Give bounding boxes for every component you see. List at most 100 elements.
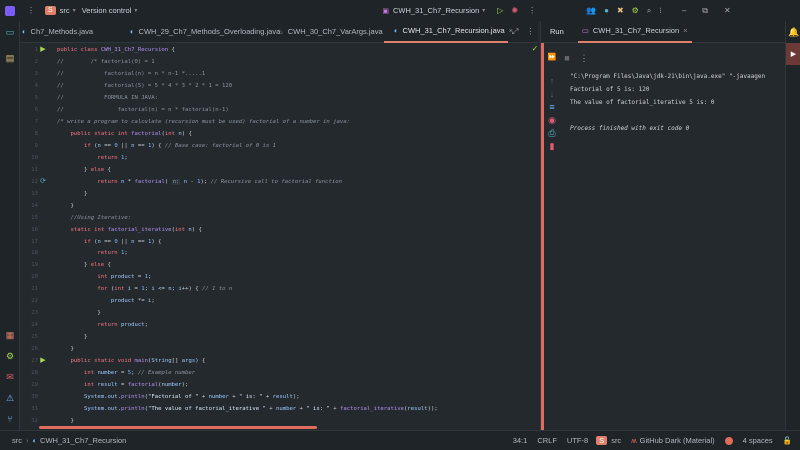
code-text: } <box>57 346 74 353</box>
project-selector[interactable]: src <box>60 6 70 15</box>
breadcrumb-root[interactable]: src <box>12 436 22 445</box>
module-name[interactable]: src <box>611 436 621 445</box>
plugins-icon[interactable]: ⚙ <box>3 351 17 361</box>
tab-more-icon[interactable]: ⋮ <box>526 27 534 36</box>
indent-setting[interactable]: 4 spaces <box>743 436 773 445</box>
vcs-menu[interactable]: Version control <box>82 6 132 15</box>
run-gutter-icon[interactable]: ▶ <box>36 356 50 366</box>
plugin-icon[interactable]: ● <box>604 6 609 15</box>
code-text: } else { <box>57 166 111 173</box>
stop-icon[interactable]: ■ <box>560 53 574 63</box>
restore-icon[interactable]: ⧉ <box>702 6 708 16</box>
code-line[interactable]: 28 int number = 5; // Example number <box>20 367 538 379</box>
lock-icon[interactable]: 🔓 <box>783 436 792 445</box>
clear-icon[interactable]: ▮ <box>545 141 559 151</box>
line-number: 28 <box>31 370 38 377</box>
code-line[interactable]: 5 // FORMULA IN JAVA: <box>20 92 538 104</box>
build-tools-icon[interactable]: ✖ <box>617 6 624 15</box>
search-icon[interactable]: ⌕ <box>647 6 651 16</box>
tab-ch7-methods[interactable]: ◐ Ch7_Methods.java <box>20 21 120 43</box>
tab-recursion[interactable]: ◐ CWH_31_Ch7_Recursion.java × <box>384 21 513 43</box>
status-indicator-icon[interactable] <box>724 436 733 445</box>
code-line[interactable]: 20 int product = 1; <box>20 271 538 283</box>
code-line[interactable]: 22 product *= i; <box>20 295 538 307</box>
code-line[interactable]: 26 } <box>20 343 538 355</box>
collab-icon[interactable]: 👥 <box>586 6 596 15</box>
code-line[interactable]: 29 int result = factorial(number); <box>20 379 538 391</box>
run-side-button[interactable]: ▶ <box>786 43 800 65</box>
code-line[interactable]: 12 return n * factorial( n: n - 1); // R… <box>20 176 538 188</box>
cursor-position[interactable]: 34:1 <box>513 436 528 445</box>
code-line[interactable]: 21 for (int i = 1; i <= n; i++) { // 1 t… <box>20 283 538 295</box>
terminal-icon[interactable]: ✉ <box>3 372 17 382</box>
code-line[interactable]: 15 //Using Iterative: <box>20 212 538 224</box>
code-text: return 1; <box>97 250 128 257</box>
code-line[interactable]: 7 /* write a program to calculate (recurs… <box>20 116 538 128</box>
scroll-up-icon[interactable]: ↑ <box>545 76 559 86</box>
expand-icon[interactable]: ⤢ <box>512 27 518 37</box>
scroll-down-icon[interactable]: ↓ <box>545 89 559 99</box>
structure-icon[interactable]: ▤ <box>3 53 17 63</box>
scroll-to-end-icon[interactable]: ◉ <box>545 115 559 125</box>
code-line[interactable]: 1 public class CWH_31_Ch7_Recursion { <box>20 44 538 56</box>
code-line[interactable]: 17 if (n == 0 || n == 1) { <box>20 236 538 248</box>
recursion-gutter-icon[interactable]: ⟳ <box>36 177 50 187</box>
more-icon[interactable]: ⋮ <box>528 6 536 15</box>
code-line[interactable]: 9 if (n == 0 || n == 1) { // Base case: … <box>20 140 538 152</box>
theme-name[interactable]: GitHub Dark (Material) <box>640 436 715 445</box>
debug-icon[interactable]: ✺ <box>511 6 518 15</box>
code-line[interactable]: 30 System.out.println("Factorial of " + … <box>20 391 538 403</box>
tab-methods-overloading[interactable]: ◐ CWH_29_Ch7_Methods_Overloading.java <box>120 21 280 43</box>
code-line[interactable]: 8 public static int factorial(int n) { <box>20 128 538 140</box>
line-number: 21 <box>31 286 38 293</box>
code-line[interactable]: 14 } <box>20 200 538 212</box>
services-icon[interactable]: ▦ <box>3 330 17 340</box>
code-line[interactable]: 2 // /* factorial(0) = 1 <box>20 56 538 68</box>
tab-varargs[interactable]: ♨ CWH_30_Ch7_VarArgs.java <box>267 21 384 43</box>
main-menu-icon[interactable]: ⋮ <box>27 6 35 15</box>
git-icon[interactable]: ⑂ <box>3 414 17 424</box>
settings-icon[interactable]: ⚙ <box>632 6 639 15</box>
run-icon[interactable]: ▷ <box>497 6 503 15</box>
ide-settings-icon[interactable]: ⁝ <box>659 6 662 15</box>
run-config-selector[interactable]: CWH_31_Ch7_Recursion <box>393 6 479 15</box>
breadcrumb-file[interactable]: CWH_31_Ch7_Recursion <box>40 436 126 445</box>
code-line[interactable]: 11 } else { <box>20 164 538 176</box>
code-line[interactable]: 4 // factorial(5) = 5 * 4 * 3 * 2 * 1 = 1… <box>20 80 538 92</box>
code-line[interactable]: 19 } else { <box>20 259 538 271</box>
code-text: return n * factorial( n: n - 1); // Recu… <box>97 178 342 185</box>
problems-icon[interactable]: ⚠ <box>3 393 17 403</box>
console-line: Process finished with exit code 0 <box>570 125 690 132</box>
project-view-icon[interactable]: ▭ <box>3 27 17 37</box>
code-line[interactable]: 27 public static void main(String[] args… <box>20 355 538 367</box>
soft-wrap-icon[interactable]: ≡ <box>545 102 559 112</box>
code-editor[interactable]: ✓ 1 public class CWH_31_Ch7_Recursion {2/… <box>20 43 538 430</box>
editor-horizontal-scrollbar[interactable] <box>39 426 317 429</box>
run-panel-resize-bar[interactable] <box>541 43 544 430</box>
code-text: } <box>57 202 74 209</box>
run-tab[interactable]: Run <box>550 27 564 36</box>
code-line[interactable]: 24 return product; <box>20 319 538 331</box>
code-line[interactable]: 6 // factorial(n) = n * factorial(n-1) <box>20 104 538 116</box>
code-text: } <box>57 190 88 197</box>
notifications-icon[interactable]: 🔔 <box>787 27 800 37</box>
close-tab-icon[interactable]: × <box>683 26 687 35</box>
code-line[interactable]: 13 } <box>20 188 538 200</box>
minimize-icon[interactable]: – <box>682 6 686 15</box>
print-icon[interactable]: ⎙ <box>545 128 559 138</box>
rerun-icon[interactable]: ⏩ <box>545 53 559 63</box>
run-config-tab[interactable]: ▭ CWH_31_Ch7_Recursion × <box>577 21 692 43</box>
code-line[interactable]: 3 // factorial(n) = n * n-1 *.....1 <box>20 68 538 80</box>
code-line[interactable]: 25 } <box>20 331 538 343</box>
code-line[interactable]: 16 static int factorial_iterative(int n)… <box>20 224 538 236</box>
run-more-icon[interactable]: ⋮ <box>577 53 591 63</box>
close-window-icon[interactable]: ✕ <box>724 6 731 15</box>
line-number: 6 <box>34 106 38 113</box>
code-line[interactable]: 18 return 1; <box>20 247 538 259</box>
code-line[interactable]: 10 return 1; <box>20 152 538 164</box>
line-separator[interactable]: CRLF <box>537 436 557 445</box>
run-gutter-icon[interactable]: ▶ <box>36 45 50 55</box>
code-line[interactable]: 23 } <box>20 307 538 319</box>
file-encoding[interactable]: UTF-8 <box>567 436 588 445</box>
code-line[interactable]: 31 System.out.println("The value of fact… <box>20 403 538 415</box>
